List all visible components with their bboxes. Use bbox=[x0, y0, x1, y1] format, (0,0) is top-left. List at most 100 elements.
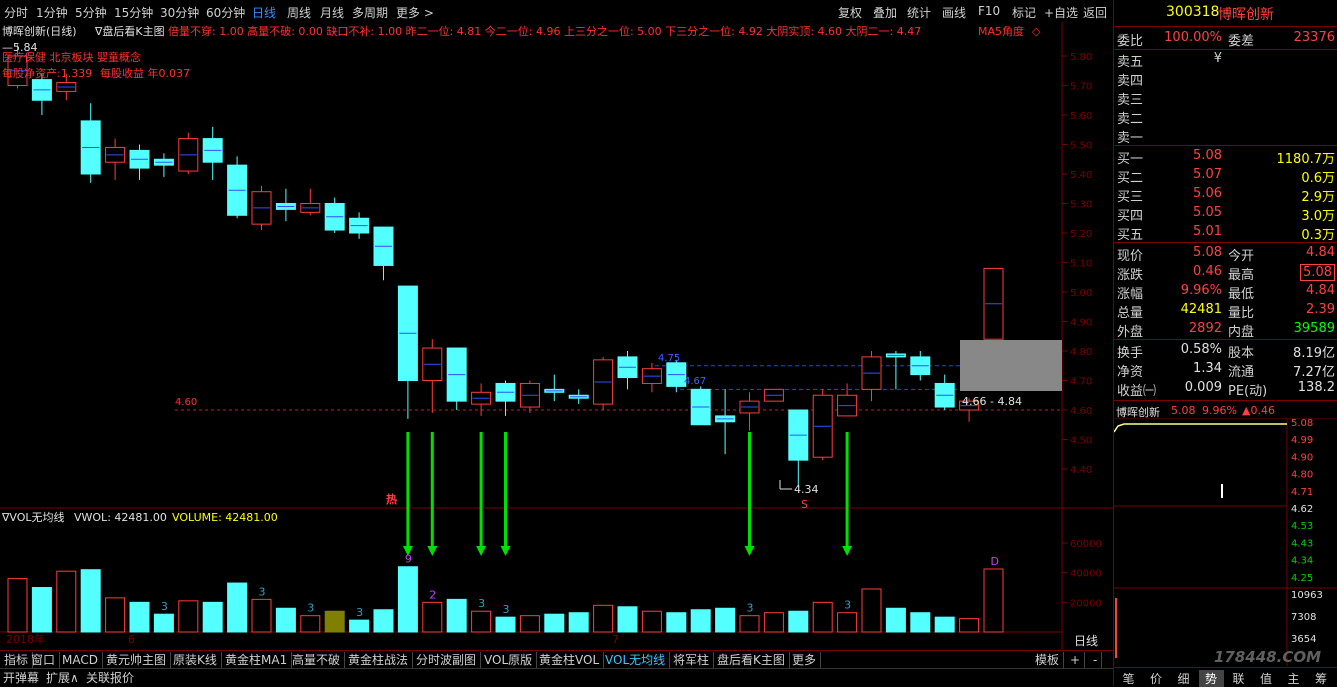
stat-label-2: 量比 bbox=[1228, 306, 1255, 321]
panel-tab[interactable]: 筹 bbox=[1309, 670, 1334, 687]
zoom-out-button[interactable]: - bbox=[1089, 652, 1103, 668]
tab-daily[interactable]: 日线 bbox=[252, 4, 276, 21]
weicha-label: 委差 bbox=[1228, 34, 1255, 49]
tab-macd[interactable]: MACD bbox=[58, 652, 103, 668]
panel-tab[interactable]: 价 bbox=[1144, 670, 1169, 687]
tab-1min[interactable]: 1分钟 bbox=[36, 4, 68, 21]
range-box bbox=[960, 340, 1062, 391]
eps-label: 每股收益 年0.037 bbox=[100, 66, 190, 80]
kline-chart[interactable]: 5.80 5.70 5.60 5.50 5.40 5.30 5.20 5.10 5.00 4.90… bbox=[0, 22, 1113, 650]
stat-label: 总量 bbox=[1117, 306, 1144, 321]
tab-gold-ma1[interactable]: 黄金柱MA1 bbox=[221, 652, 293, 668]
mini-axis-label: 5.08 bbox=[1291, 418, 1313, 429]
danmu-toggle[interactable]: 开弹幕 bbox=[3, 670, 39, 686]
volume-bar bbox=[910, 612, 931, 633]
tab-high-vol[interactable]: 高量不破 bbox=[288, 652, 346, 668]
sell-level-label: 卖一 bbox=[1117, 131, 1144, 146]
tab-30min[interactable]: 30分钟 bbox=[160, 4, 199, 21]
expand-button[interactable]: 扩展∧ bbox=[46, 670, 79, 686]
fund-value-2: 138.2 bbox=[1297, 380, 1335, 395]
panel-tab[interactable]: 值 bbox=[1254, 670, 1279, 687]
panel-tab[interactable]: 笔 bbox=[1116, 670, 1141, 687]
tab-monthly[interactable]: 月线 bbox=[320, 4, 344, 21]
adjust-button[interactable]: 复权 bbox=[838, 4, 862, 21]
volume-bar bbox=[763, 612, 784, 633]
stats-button[interactable]: 统计 bbox=[907, 4, 931, 21]
volume-bar bbox=[617, 606, 638, 633]
price-tick-label: 5.00 bbox=[1070, 288, 1092, 299]
f10-button[interactable]: F10 bbox=[978, 4, 1000, 18]
signal-label: D bbox=[991, 555, 999, 568]
tab-multi-period[interactable]: 多周期 bbox=[352, 4, 388, 21]
stat-value-2: 39589 bbox=[1293, 321, 1335, 336]
signal-label: 3 bbox=[161, 600, 168, 613]
mark-button[interactable]: 标记 bbox=[1012, 4, 1036, 21]
panel-tab[interactable]: 势 bbox=[1198, 670, 1224, 687]
stat-row: 涨幅 9.96% 最低 4.84 bbox=[1114, 282, 1337, 302]
tab-15min[interactable]: 15分钟 bbox=[114, 4, 153, 21]
stat-value: 5.08 bbox=[1193, 245, 1222, 260]
sell-row: 卖一 bbox=[1114, 126, 1337, 146]
price-tick-label: 5.70 bbox=[1070, 82, 1092, 93]
panel-tab[interactable]: 细 bbox=[1171, 670, 1196, 687]
tab-general[interactable]: 将军柱 bbox=[669, 652, 715, 668]
buy-row: 买五 5.01 0.3万 bbox=[1114, 223, 1337, 243]
hot-marker: 热 bbox=[386, 492, 397, 506]
fund-label: 换手 bbox=[1117, 346, 1144, 361]
related-quotes-button[interactable]: 关联报价 bbox=[86, 670, 134, 686]
indicator-name[interactable]: ∇盘后看K主图 bbox=[94, 24, 165, 38]
stat-label-2: 最高 bbox=[1228, 268, 1255, 283]
tab-after-hours[interactable]: 盘后看K主图 bbox=[713, 652, 790, 668]
stat-label: 涨幅 bbox=[1117, 287, 1144, 302]
support-line-label: 4.60 bbox=[175, 397, 197, 408]
vol-title[interactable]: ∇VOL无均线 bbox=[1, 510, 64, 524]
tab-gold-strategy[interactable]: 黄金柱战法 bbox=[344, 652, 414, 668]
tab-fenshi[interactable]: 分时 bbox=[4, 4, 28, 21]
volume-bar bbox=[837, 612, 858, 633]
sell-level-label: 卖四 bbox=[1117, 74, 1144, 89]
indicator-tabs: 指标 窗口 MACD 黄元帅主图 原装K线 黄金柱MA1 高量不破 黄金柱战法 … bbox=[0, 650, 1113, 669]
buy-level-label: 买二 bbox=[1117, 171, 1144, 186]
year-label: 2018年 bbox=[6, 632, 45, 646]
overlay-button[interactable]: 叠加 bbox=[873, 4, 897, 21]
sell-level-label: 卖二 bbox=[1117, 112, 1144, 127]
tab-original-kline[interactable]: 原装K线 bbox=[169, 652, 222, 668]
stat-label-2: 最低 bbox=[1228, 287, 1255, 302]
panel-tab[interactable]: 联 bbox=[1226, 670, 1251, 687]
tab-5min[interactable]: 5分钟 bbox=[75, 4, 107, 21]
back-button[interactable]: 返回 bbox=[1083, 4, 1107, 21]
template-button[interactable]: 模板 bbox=[1031, 652, 1065, 668]
panel-tab[interactable]: 主 bbox=[1281, 670, 1306, 687]
mini-axis-label: 4.99 bbox=[1291, 435, 1313, 446]
draw-button[interactable]: 画线 bbox=[942, 4, 966, 21]
volume-bar bbox=[300, 615, 321, 633]
volume-bar bbox=[666, 612, 687, 633]
add-watchlist-button[interactable]: +自选 bbox=[1044, 4, 1078, 21]
tab-60min[interactable]: 60分钟 bbox=[206, 4, 245, 21]
fund-value: 0.009 bbox=[1184, 380, 1222, 395]
tab-yuanshuai[interactable]: 黄元帅主图 bbox=[102, 652, 172, 668]
volume-bar bbox=[446, 598, 467, 633]
tab-window[interactable]: 窗口 bbox=[27, 652, 61, 668]
mini-intraday-chart[interactable]: 5.08 4.99 4.90 4.80 4.71 4.62 4.53 4.43 4.34 4.25… bbox=[1114, 418, 1337, 666]
stock-name: 博晖创新 bbox=[1218, 7, 1274, 23]
price-tick-label: 5.50 bbox=[1070, 141, 1092, 152]
sell-row: 卖四 bbox=[1114, 69, 1337, 89]
tab-fenshi-wave[interactable]: 分时波副图 bbox=[412, 652, 482, 668]
buy-volume: 2.9万 bbox=[1301, 190, 1335, 205]
tab-vol-no-ma[interactable]: VOL无均线 bbox=[601, 652, 671, 668]
tab-gold-vol[interactable]: 黄金柱VOL bbox=[535, 652, 605, 668]
buy-volume: 1180.7万 bbox=[1276, 152, 1336, 167]
tab-more[interactable]: 更多 > bbox=[396, 4, 434, 21]
stat-value-2: 4.84 bbox=[1306, 283, 1335, 298]
price-tick-label: 4.40 bbox=[1070, 465, 1092, 476]
fund-label: 收益㈠ bbox=[1117, 384, 1157, 399]
mini-vol-label: 7308 bbox=[1291, 612, 1316, 623]
tab-more-indicators[interactable]: 更多 bbox=[788, 652, 822, 668]
tab-weekly[interactable]: 周线 bbox=[287, 4, 311, 21]
tab-vol-original[interactable]: VOL原版 bbox=[480, 652, 538, 668]
sell-price: ¥ bbox=[1213, 51, 1222, 66]
zoom-in-button[interactable]: + bbox=[1066, 652, 1086, 668]
chevron-right-icon: > bbox=[420, 6, 434, 20]
level-label-1: 4.75 bbox=[658, 353, 680, 364]
